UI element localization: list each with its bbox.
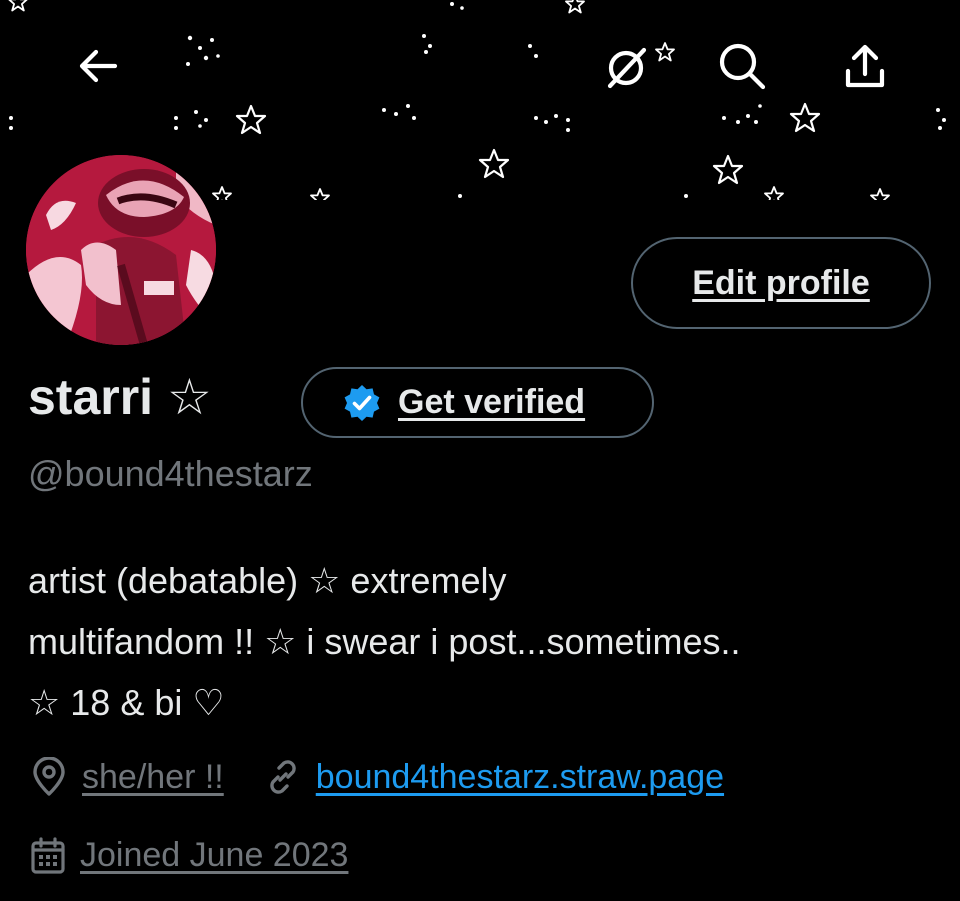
location-item: she/her !! bbox=[30, 757, 224, 797]
avatar-image bbox=[26, 155, 216, 345]
search-button[interactable] bbox=[710, 34, 774, 98]
location-text: she/her !! bbox=[82, 757, 224, 796]
share-button[interactable] bbox=[833, 34, 897, 98]
avatar[interactable] bbox=[26, 155, 216, 345]
bio-line: artist (debatable) ☆ extremely bbox=[28, 560, 507, 601]
arrow-left-icon bbox=[79, 49, 118, 83]
profile-bio: artist (debatable) ☆ extremely multifand… bbox=[28, 550, 938, 733]
get-verified-button[interactable]: Get verified bbox=[301, 367, 654, 438]
display-name: starri ☆ bbox=[28, 369, 212, 425]
back-button[interactable] bbox=[66, 34, 130, 98]
edit-profile-button[interactable]: Edit profile bbox=[631, 237, 931, 329]
website-item[interactable]: bound4thestarz.straw.page bbox=[264, 758, 724, 797]
joined-row: Joined June 2023 bbox=[30, 836, 348, 875]
bio-line: ☆ 18 & bi ♡ bbox=[28, 682, 225, 723]
joined-item: Joined June 2023 bbox=[30, 836, 348, 875]
link-icon bbox=[264, 758, 302, 796]
hide-content-button[interactable] bbox=[594, 34, 658, 98]
joined-date: Joined June 2023 bbox=[80, 836, 349, 874]
calendar-icon bbox=[30, 836, 66, 875]
share-upload-icon bbox=[845, 44, 885, 88]
eye-slash-icon bbox=[607, 47, 647, 89]
bio-line: multifandom !! ☆ i swear i post...someti… bbox=[28, 621, 741, 662]
get-verified-label: Get verified bbox=[398, 383, 586, 421]
verified-badge-icon bbox=[344, 384, 380, 421]
user-handle: @bound4thestarz bbox=[28, 453, 313, 494]
website-link[interactable]: bound4thestarz.straw.page bbox=[316, 758, 724, 797]
profile-meta-row: she/her !! bound4thestarz.straw.page bbox=[30, 757, 724, 797]
search-icon bbox=[719, 43, 766, 90]
location-pin-icon bbox=[30, 757, 68, 797]
